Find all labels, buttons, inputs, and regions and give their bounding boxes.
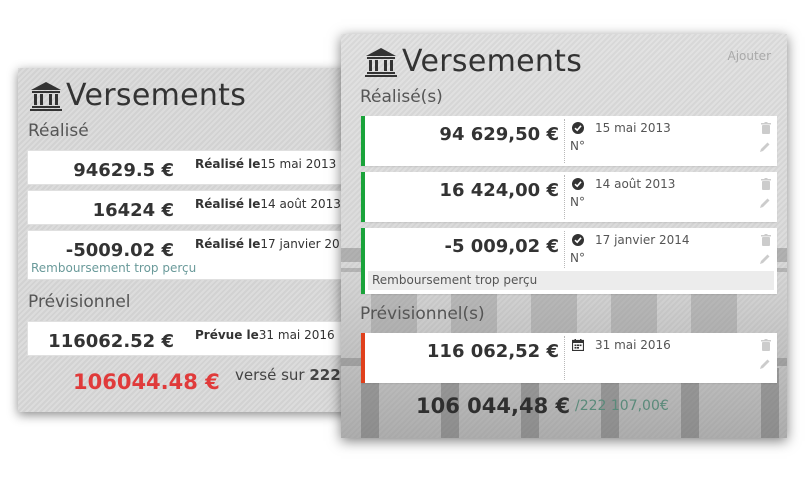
row-divider	[564, 231, 565, 268]
forecast-row[interactable]: 116 062,52 € 31 mai 2016	[361, 333, 777, 383]
legacy-payment-row[interactable]: -5009.02 € Réalisé le17 janvier 2014 Rem…	[27, 230, 367, 280]
pencil-icon[interactable]	[759, 358, 771, 370]
calendar-icon	[572, 339, 584, 351]
legacy-section-previsionnel: Prévisionnel	[28, 292, 131, 312]
check-circle-icon	[572, 178, 584, 190]
payment-date-label: Réalisé le17 janvier 2014	[195, 237, 355, 251]
payment-date: 15 mai 2013	[595, 121, 671, 135]
pencil-icon[interactable]	[759, 141, 771, 153]
bank-icon	[30, 81, 62, 111]
row-divider	[564, 175, 565, 219]
payment-number-label: N°	[570, 251, 585, 265]
forecast-date-label: Prévue le31 mai 2016	[195, 328, 335, 342]
trash-icon[interactable]	[761, 339, 771, 351]
legacy-panel-title: Versements	[66, 78, 247, 113]
row-divider	[564, 336, 565, 380]
pencil-icon[interactable]	[759, 253, 771, 265]
payment-amount: 94629.5 €	[73, 160, 174, 181]
payment-amount: -5009.02 €	[65, 240, 174, 261]
legacy-forecast-row[interactable]: 116062.52 € Prévue le31 mai 2016	[27, 321, 367, 356]
payment-amount: 16 424,00 €	[439, 180, 559, 201]
total-amount: 106 044,48 €	[416, 394, 571, 418]
legacy-total-amount: 106044.48 €	[73, 370, 220, 394]
panel-header: Versements	[365, 44, 582, 79]
versements-panel: Versements Ajouter Réalisé(s) 94 629,50 …	[341, 34, 787, 438]
legacy-total-subtitle: versé sur 2221	[235, 366, 352, 384]
payment-number-label: N°	[570, 139, 585, 153]
trash-icon[interactable]	[761, 178, 771, 190]
legacy-panel-header: Versements	[30, 78, 246, 113]
payment-number-label: N°	[570, 195, 585, 209]
forecast-amount: 116062.52 €	[48, 331, 174, 352]
payment-row[interactable]: 94 629,50 € 15 mai 2013 N°	[361, 116, 777, 166]
bank-icon	[365, 47, 397, 77]
legacy-versements-panel: Versements Réalisé 94629.5 € Réalisé le1…	[18, 68, 378, 412]
pencil-icon[interactable]	[759, 197, 771, 209]
payment-amount: 16424 €	[92, 200, 174, 221]
total-subtitle: /222 107,00€	[575, 398, 669, 414]
forecast-amount: 116 062,52 €	[426, 341, 559, 362]
payment-amount: 94 629,50 €	[439, 124, 559, 145]
trash-icon[interactable]	[761, 234, 771, 246]
payment-date: 14 août 2013	[595, 177, 676, 191]
payment-date-label: Réalisé le15 mai 2013	[195, 157, 337, 171]
check-circle-icon	[572, 234, 584, 246]
section-previsionnel: Prévisionnel(s)	[360, 304, 485, 324]
row-divider	[564, 119, 565, 163]
payment-note: Remboursement trop perçu	[368, 271, 774, 290]
payment-date-label: Réalisé le14 août 2013	[195, 197, 341, 211]
payment-row[interactable]: 16 424,00 € 14 août 2013 N°	[361, 172, 777, 222]
trash-icon[interactable]	[761, 122, 771, 134]
payment-note: Remboursement trop perçu	[31, 261, 197, 275]
forecast-date: 31 mai 2016	[595, 338, 671, 352]
add-button[interactable]: Ajouter	[727, 49, 771, 63]
legacy-payment-row[interactable]: 94629.5 € Réalisé le15 mai 2013	[27, 150, 367, 185]
section-realise: Réalisé(s)	[360, 87, 443, 107]
check-circle-icon	[572, 122, 584, 134]
payment-row[interactable]: -5 009,02 € 17 janvier 2014 N° Rembourse…	[361, 228, 777, 294]
legacy-section-realise: Réalisé	[28, 121, 89, 141]
payment-amount: -5 009,02 €	[444, 236, 559, 257]
payment-date: 17 janvier 2014	[595, 233, 690, 247]
legacy-payment-row[interactable]: 16424 € Réalisé le14 août 2013	[27, 190, 367, 225]
panel-title: Versements	[402, 44, 583, 79]
